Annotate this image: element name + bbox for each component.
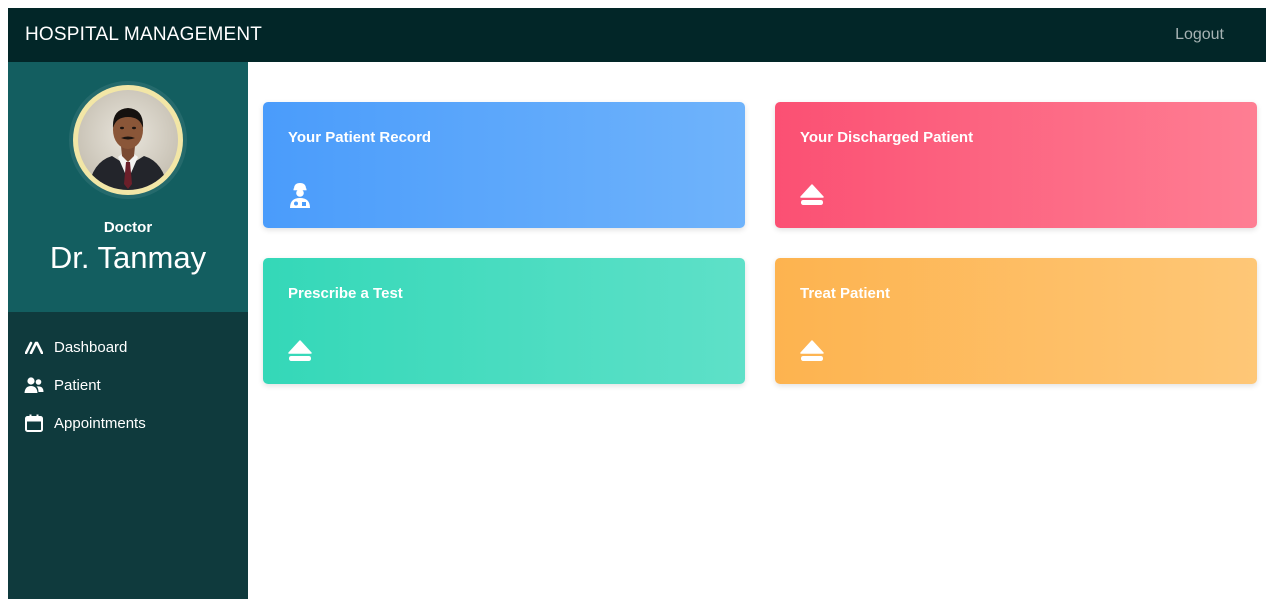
- card-patient-record[interactable]: Your Patient Record: [263, 102, 745, 228]
- card-title: Your Discharged Patient: [800, 129, 974, 146]
- logout-link[interactable]: Logout: [1175, 26, 1224, 44]
- profile-panel: Doctor Dr. Tanmay: [8, 62, 248, 312]
- calendar-icon: [24, 413, 44, 433]
- users-icon: [24, 375, 44, 395]
- card-title: Treat Patient: [800, 285, 891, 302]
- sidebar-item-label: Dashboard: [54, 338, 128, 356]
- profile-role: Doctor: [103, 219, 153, 236]
- card-title: Your Patient Record: [288, 129, 432, 146]
- sidebar-item-label: Patient: [54, 376, 101, 394]
- sidebar-item-patient[interactable]: Patient: [8, 366, 248, 404]
- sidebar-item-label: Appointments: [54, 414, 146, 432]
- app-title[interactable]: HOSPITAL MANAGEMENT: [25, 24, 262, 46]
- sidebar-item-appointments[interactable]: Appointments: [8, 404, 248, 442]
- app-frame: HOSPITAL MANAGEMENT Logout Doctor Dr. Ta…: [8, 8, 1266, 599]
- card-treat-patient[interactable]: Treat Patient: [775, 258, 1257, 384]
- eject-icon: [799, 182, 825, 208]
- sidebar: Doctor Dr. Tanmay Dashboard Patient Appo…: [8, 62, 248, 599]
- sidebar-item-dashboard[interactable]: Dashboard: [8, 328, 248, 366]
- card-prescribe-test[interactable]: Prescribe a Test: [263, 258, 745, 384]
- eject-icon: [287, 338, 313, 364]
- doctor-photo-icon: [88, 108, 168, 190]
- card-discharged-patient[interactable]: Your Discharged Patient: [775, 102, 1257, 228]
- avatar: [73, 85, 183, 195]
- user-injured-icon: [287, 182, 313, 208]
- sidebar-menu: Dashboard Patient Appointments: [8, 312, 248, 442]
- doctor-photo: [78, 90, 178, 190]
- card-title: Prescribe a Test: [288, 285, 403, 302]
- eject-icon: [799, 338, 825, 364]
- tachometer-icon: [24, 337, 44, 357]
- profile-name: Dr. Tanmay: [49, 240, 207, 275]
- top-navbar: HOSPITAL MANAGEMENT Logout: [8, 8, 1266, 62]
